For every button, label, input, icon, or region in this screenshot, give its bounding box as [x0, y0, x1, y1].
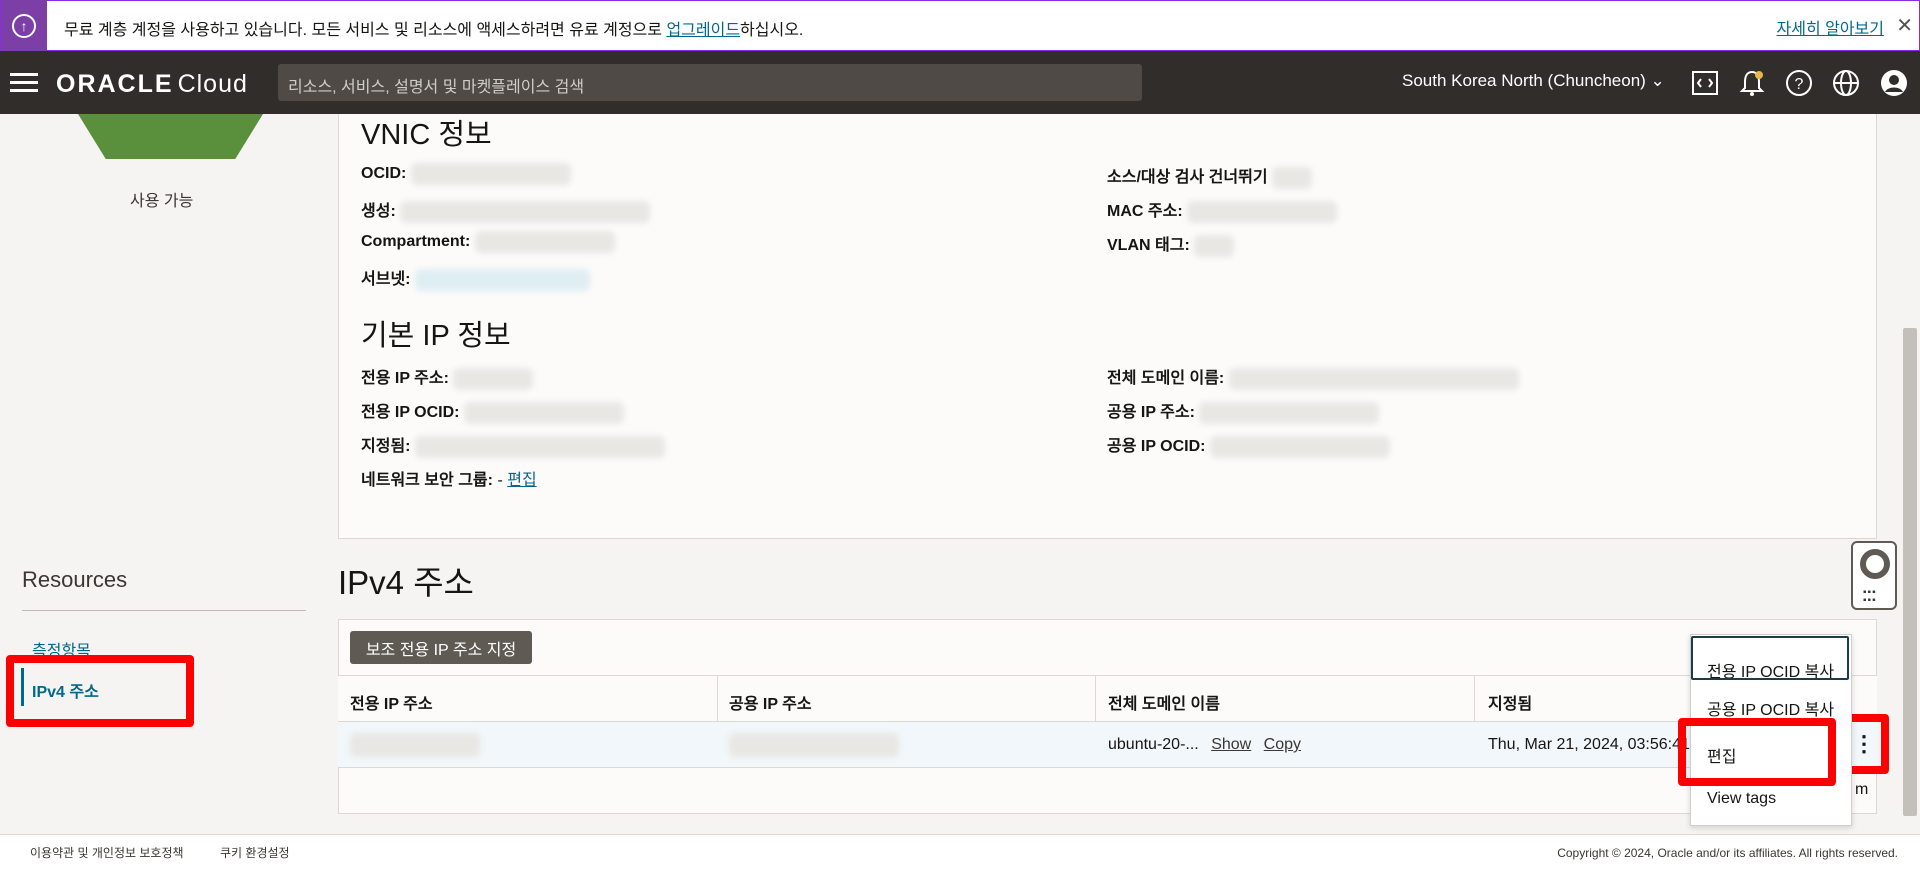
help-icon[interactable]: ? [1784, 68, 1814, 98]
cloud-shell-icon[interactable] [1690, 68, 1720, 98]
fqdn-show-link[interactable]: Show [1211, 736, 1251, 753]
cell-public-ip [729, 733, 899, 757]
primary-ip-info-title: 기본 IP 정보 [361, 320, 511, 352]
highlight-box-edit [1678, 718, 1836, 786]
cell-fqdn: ubuntu-20-... Show Copy [1108, 736, 1302, 753]
search-input[interactable]: 리소스, 서비스, 설명서 및 마켓플레이스 검색 [278, 64, 1142, 101]
ipv4-table-header: 전용 IP 주소 공용 IP 주소 전체 도메인 이름 지정됨 [338, 675, 1877, 723]
vnic-subnet-field: 서브넷: [361, 265, 590, 291]
fqdn-copy-link[interactable]: Copy [1264, 736, 1301, 753]
close-icon[interactable]: ✕ [1896, 13, 1913, 38]
free-tier-banner: ↑ 무료 계층 계정을 사용하고 있습니다. 모든 서비스 및 리소스에 액세스… [0, 0, 1920, 51]
private-ip-field: 전용 IP 주소: [361, 364, 534, 390]
fqdn-field: 전체 도메인 이름: [1107, 364, 1519, 390]
region-selector[interactable]: South Korea North (Chuncheon) ⌄ [1402, 71, 1665, 91]
ipv4-section-title: IPv4 주소 [338, 564, 474, 601]
assigned-field: 지정됨: [361, 432, 665, 458]
nsg-field: 네트워크 보안 그룹: - 편집 [361, 472, 537, 489]
highlight-box-ipv4-nav [6, 655, 194, 727]
menu-item-view-tags[interactable]: View tags [1707, 790, 1776, 808]
terms-privacy-link[interactable]: 이용약관 및 개인정보 보호정책 [30, 844, 184, 861]
public-ip-ocid-field: 공용 IP OCID: [1107, 432, 1390, 458]
cookie-preferences-link[interactable]: 쿠키 환경설정 [220, 844, 290, 861]
nsg-edit-link[interactable]: 편집 [507, 472, 536, 489]
vnic-info-title: VNIC 정보 [361, 119, 492, 151]
svg-text:?: ? [1795, 76, 1804, 93]
top-header: ORACLE Cloud 리소스, 서비스, 설명서 및 마켓플레이스 검색 So… [0, 51, 1920, 114]
learn-more-link[interactable]: 자세히 알아보기 [1777, 15, 1885, 39]
cell-private-ip [350, 733, 480, 757]
vnic-mac-field: MAC 주소: [1107, 197, 1338, 223]
upgrade-icon: ↑ [1, 0, 47, 51]
vnic-vlan-field: VLAN 태그: [1107, 231, 1235, 257]
column-header-public-ip[interactable]: 공용 IP 주소 [729, 690, 812, 714]
vnic-compartment-field: Compartment: [361, 231, 615, 253]
notifications-bell-icon[interactable] [1737, 68, 1767, 98]
public-ip-field: 공용 IP 주소: [1107, 398, 1380, 424]
private-ip-ocid-field: 전용 IP OCID: [361, 398, 624, 424]
instance-status-shape [78, 114, 263, 159]
column-header-assigned[interactable]: 지정됨 [1488, 690, 1532, 714]
apps-grid-icon: ▪▪▪ ▪▪▪ [1863, 587, 1877, 606]
upgrade-link[interactable]: 업그레이드 [666, 22, 740, 39]
assign-secondary-ip-button[interactable]: 보조 전용 IP 주소 지정 [350, 631, 532, 664]
menu-focus-ring [1691, 636, 1849, 680]
help-lifebuoy-icon[interactable]: ▪▪▪ ▪▪▪ [1851, 541, 1897, 610]
table-row: ubuntu-20-... Show Copy Thu, Mar 21, 202… [338, 722, 1877, 768]
status-label: 사용 가능 [130, 193, 194, 210]
banner-message: 무료 계층 계정을 사용하고 있습니다. 모든 서비스 및 리소스에 액세스하려… [64, 22, 804, 39]
page-scrollbar-thumb[interactable] [1903, 328, 1917, 816]
chevron-down-icon: ⌄ [1650, 71, 1665, 90]
column-header-private-ip[interactable]: 전용 IP 주소 [350, 690, 433, 714]
vnic-created-field: 생성: [361, 197, 651, 223]
user-profile-icon[interactable] [1879, 68, 1909, 98]
hamburger-menu-icon[interactable] [10, 73, 38, 93]
pagination-text: m [1855, 781, 1869, 798]
vnic-skip-check-field: 소스/대상 검사 건너뛰기 [1107, 163, 1312, 189]
vnic-ocid-field: OCID: [361, 163, 571, 185]
page-footer: 이용약관 및 개인정보 보호정책 쿠키 환경설정 Copyright © 202… [0, 834, 1920, 869]
copyright-text: Copyright © 2024, Oracle and/or its affi… [1557, 846, 1898, 860]
resources-divider [22, 610, 306, 611]
cell-assigned: Thu, Mar 21, 2024, 03:56:41 [1488, 736, 1690, 753]
language-globe-icon[interactable] [1831, 68, 1861, 98]
menu-item-copy-public-ip-ocid[interactable]: 공용 IP OCID 복사 [1707, 696, 1834, 720]
oracle-cloud-logo[interactable]: ORACLE Cloud [56, 70, 248, 99]
resources-title: Resources [22, 567, 128, 592]
column-header-fqdn[interactable]: 전체 도메인 이름 [1108, 690, 1220, 714]
